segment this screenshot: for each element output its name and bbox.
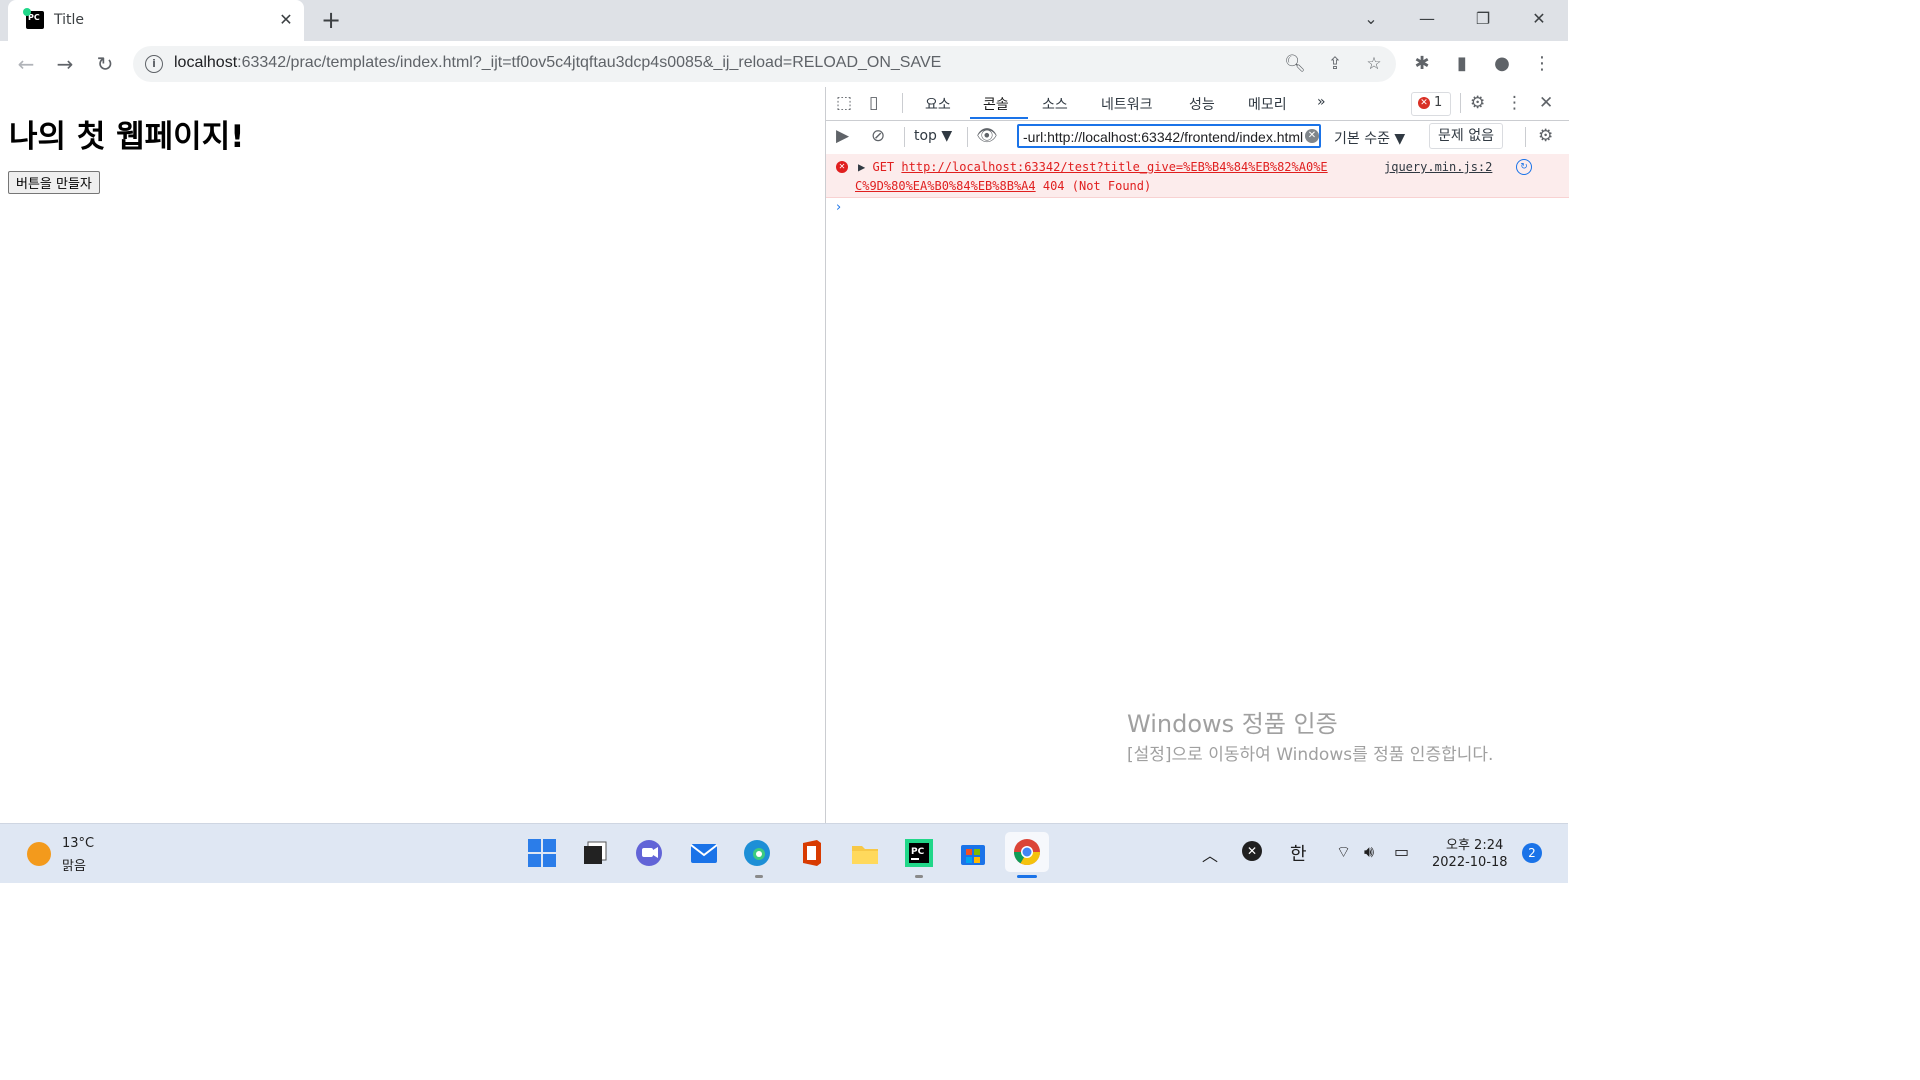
app-tray-x-icon[interactable]: ✕	[1242, 841, 1262, 861]
weather-temperature[interactable]: 13°C	[62, 836, 94, 851]
chrome-icon	[1013, 839, 1041, 866]
divider	[1460, 93, 1461, 113]
pycharm-favicon-icon: PC	[23, 8, 44, 29]
live-expression-eye-icon[interactable]: 👁︎	[976, 126, 998, 146]
reload-button[interactable]: ↻	[91, 50, 119, 78]
clear-filter-icon[interactable]: ✕	[1305, 129, 1319, 143]
response-status: 404 (Not Found)	[1042, 179, 1152, 193]
make-button[interactable]: 버튼을 만들자	[8, 171, 100, 194]
console-settings-gear-icon[interactable]: ⚙	[1538, 126, 1553, 146]
divider	[1525, 127, 1526, 147]
log-levels-dropdown[interactable]: 기본 수준 ▼	[1334, 128, 1405, 148]
running-indicator	[755, 875, 763, 878]
more-tabs-icon[interactable]: »	[1317, 94, 1326, 110]
request-url-link-continued[interactable]: C%9D%80%EA%B0%84%EB%8B%A4	[855, 179, 1036, 193]
profile-avatar-icon[interactable]: ●	[1488, 50, 1516, 78]
weather-sun-icon[interactable]	[27, 842, 51, 866]
clear-console-icon[interactable]: ⊘	[871, 126, 885, 146]
tab-memory[interactable]: 메모리	[1248, 94, 1287, 114]
forward-button[interactable]: →	[51, 50, 79, 78]
extensions-icon[interactable]: ✱	[1408, 50, 1436, 78]
ime-indicator[interactable]: 한	[1290, 840, 1307, 866]
error-icon: ✕	[836, 161, 848, 173]
issues-button[interactable]: 문제 없음	[1429, 123, 1503, 149]
browser-toolbar: ← → ↻ i localhost:63342/prac/templates/i…	[0, 41, 1568, 88]
error-count-badge[interactable]: ✕ 1	[1411, 92, 1451, 116]
tab-console[interactable]: 콘솔	[983, 94, 1009, 114]
share-icon[interactable]: ⇪	[1323, 52, 1347, 76]
inspect-element-icon[interactable]: ⬚	[836, 93, 852, 113]
clock-time[interactable]: 오후 2:24	[1446, 834, 1503, 853]
zoom-icon[interactable]: 🔍︎	[1283, 52, 1307, 76]
url-text[interactable]: localhost:63342/prac/templates/index.htm…	[174, 54, 941, 72]
network-request-icon[interactable]: ↻	[1516, 159, 1532, 175]
address-bar[interactable]: i localhost:63342/prac/templates/index.h…	[133, 46, 1396, 82]
pycharm-icon[interactable]: PC	[903, 837, 935, 869]
battery-icon[interactable]: ▭	[1394, 842, 1409, 861]
context-selector[interactable]: top ▼	[914, 128, 952, 144]
svg-text:PC: PC	[911, 847, 925, 857]
settings-gear-icon[interactable]: ⚙	[1470, 93, 1485, 113]
new-tab-button[interactable]: +	[318, 8, 344, 34]
tab-network[interactable]: 네트워크	[1101, 94, 1153, 114]
task-view-icon[interactable]	[579, 837, 611, 869]
page-heading: 나의 첫 웹페이지!	[9, 119, 245, 155]
clock-date[interactable]: 2022-10-18	[1432, 855, 1508, 870]
side-panel-icon[interactable]: ▮	[1448, 50, 1476, 78]
error-icon: ✕	[1418, 97, 1430, 109]
site-info-icon[interactable]: i	[145, 55, 163, 73]
divider	[902, 93, 903, 113]
teams-chat-icon[interactable]	[633, 837, 665, 869]
tab-performance[interactable]: 성능	[1189, 94, 1215, 114]
sidebar-toggle-icon[interactable]: ▶	[836, 126, 849, 146]
page-viewport: 나의 첫 웹페이지! 버튼을 만들자	[0, 87, 825, 823]
request-url-link[interactable]: http://localhost:63342/test?title_give=%…	[901, 160, 1327, 174]
tab-search-icon[interactable]: ⌄	[1353, 6, 1389, 32]
console-error-message[interactable]: ✕ ▶ GET http://localhost:63342/test?titl…	[826, 154, 1569, 198]
active-tab-indicator	[970, 117, 1028, 119]
console-filter-bar: ▶ ⊘ top ▼ 👁︎ -url:http://localhost:63342…	[826, 120, 1569, 155]
devtools-tab-bar: ⬚ ▯ 요소 콘솔 소스 네트워크 성능 메모리 » ✕ 1 ⚙ ⋮ ✕	[826, 87, 1569, 121]
office-icon[interactable]	[795, 837, 827, 869]
back-button[interactable]: ←	[12, 50, 40, 78]
menu-kebab-icon[interactable]: ⋮	[1528, 50, 1556, 78]
console-prompt[interactable]: ›	[836, 200, 841, 215]
edge-browser-icon[interactable]	[741, 837, 773, 869]
windows-taskbar: 13°C 맑음 PC ︿ ✕ 한 ⌔ 🔊︎ ▭ 오후 2:24 2022-10-…	[0, 823, 1568, 883]
bookmark-star-icon[interactable]: ☆	[1362, 52, 1386, 76]
console-filter-input[interactable]: -url:http://localhost:63342/frontend/ind…	[1017, 124, 1321, 148]
windows-activation-watermark: Windows 정품 인증 [설정]으로 이동하여 Windows를 정품 인증…	[1127, 704, 1517, 767]
chrome-app-button[interactable]	[1005, 832, 1049, 872]
close-tab-icon[interactable]: ✕	[276, 10, 296, 30]
running-indicator	[915, 875, 923, 878]
start-windows-icon[interactable]	[526, 837, 558, 869]
tab-title: Title	[54, 12, 85, 28]
active-app-indicator	[1017, 875, 1037, 878]
watermark-subtitle: [설정]으로 이동하여 Windows를 정품 인증합니다.	[1127, 745, 1494, 765]
tab-sources[interactable]: 소스	[1042, 94, 1068, 114]
minimize-button[interactable]: —	[1409, 6, 1445, 32]
devtools-menu-icon[interactable]: ⋮	[1506, 93, 1523, 113]
microsoft-store-icon[interactable]	[957, 837, 989, 869]
request-method: GET	[872, 160, 895, 174]
restore-button[interactable]: ❐	[1465, 6, 1501, 32]
divider	[904, 127, 905, 147]
device-toolbar-icon[interactable]: ▯	[869, 93, 878, 113]
source-location-link[interactable]: jquery.min.js:2	[1384, 160, 1492, 174]
tab-strip: PC Title ✕ + ⌄ — ❐ ✕	[0, 0, 1568, 41]
chevron-up-icon[interactable]: ︿	[1202, 842, 1218, 866]
weather-description[interactable]: 맑음	[62, 855, 86, 874]
wifi-icon[interactable]: ⌔	[1336, 842, 1351, 862]
volume-icon[interactable]: 🔊︎	[1364, 842, 1374, 862]
tab-elements[interactable]: 요소	[925, 94, 951, 114]
browser-tab[interactable]: PC Title ✕	[8, 0, 304, 41]
expand-triangle-icon[interactable]: ▶	[858, 160, 865, 174]
mail-icon[interactable]	[688, 837, 720, 869]
notification-count-badge[interactable]: 2	[1522, 843, 1542, 863]
close-devtools-icon[interactable]: ✕	[1539, 93, 1553, 113]
divider	[967, 127, 968, 147]
watermark-title: Windows 정품 인증	[1127, 710, 1338, 738]
close-window-button[interactable]: ✕	[1521, 6, 1557, 32]
file-explorer-icon[interactable]	[849, 837, 881, 869]
